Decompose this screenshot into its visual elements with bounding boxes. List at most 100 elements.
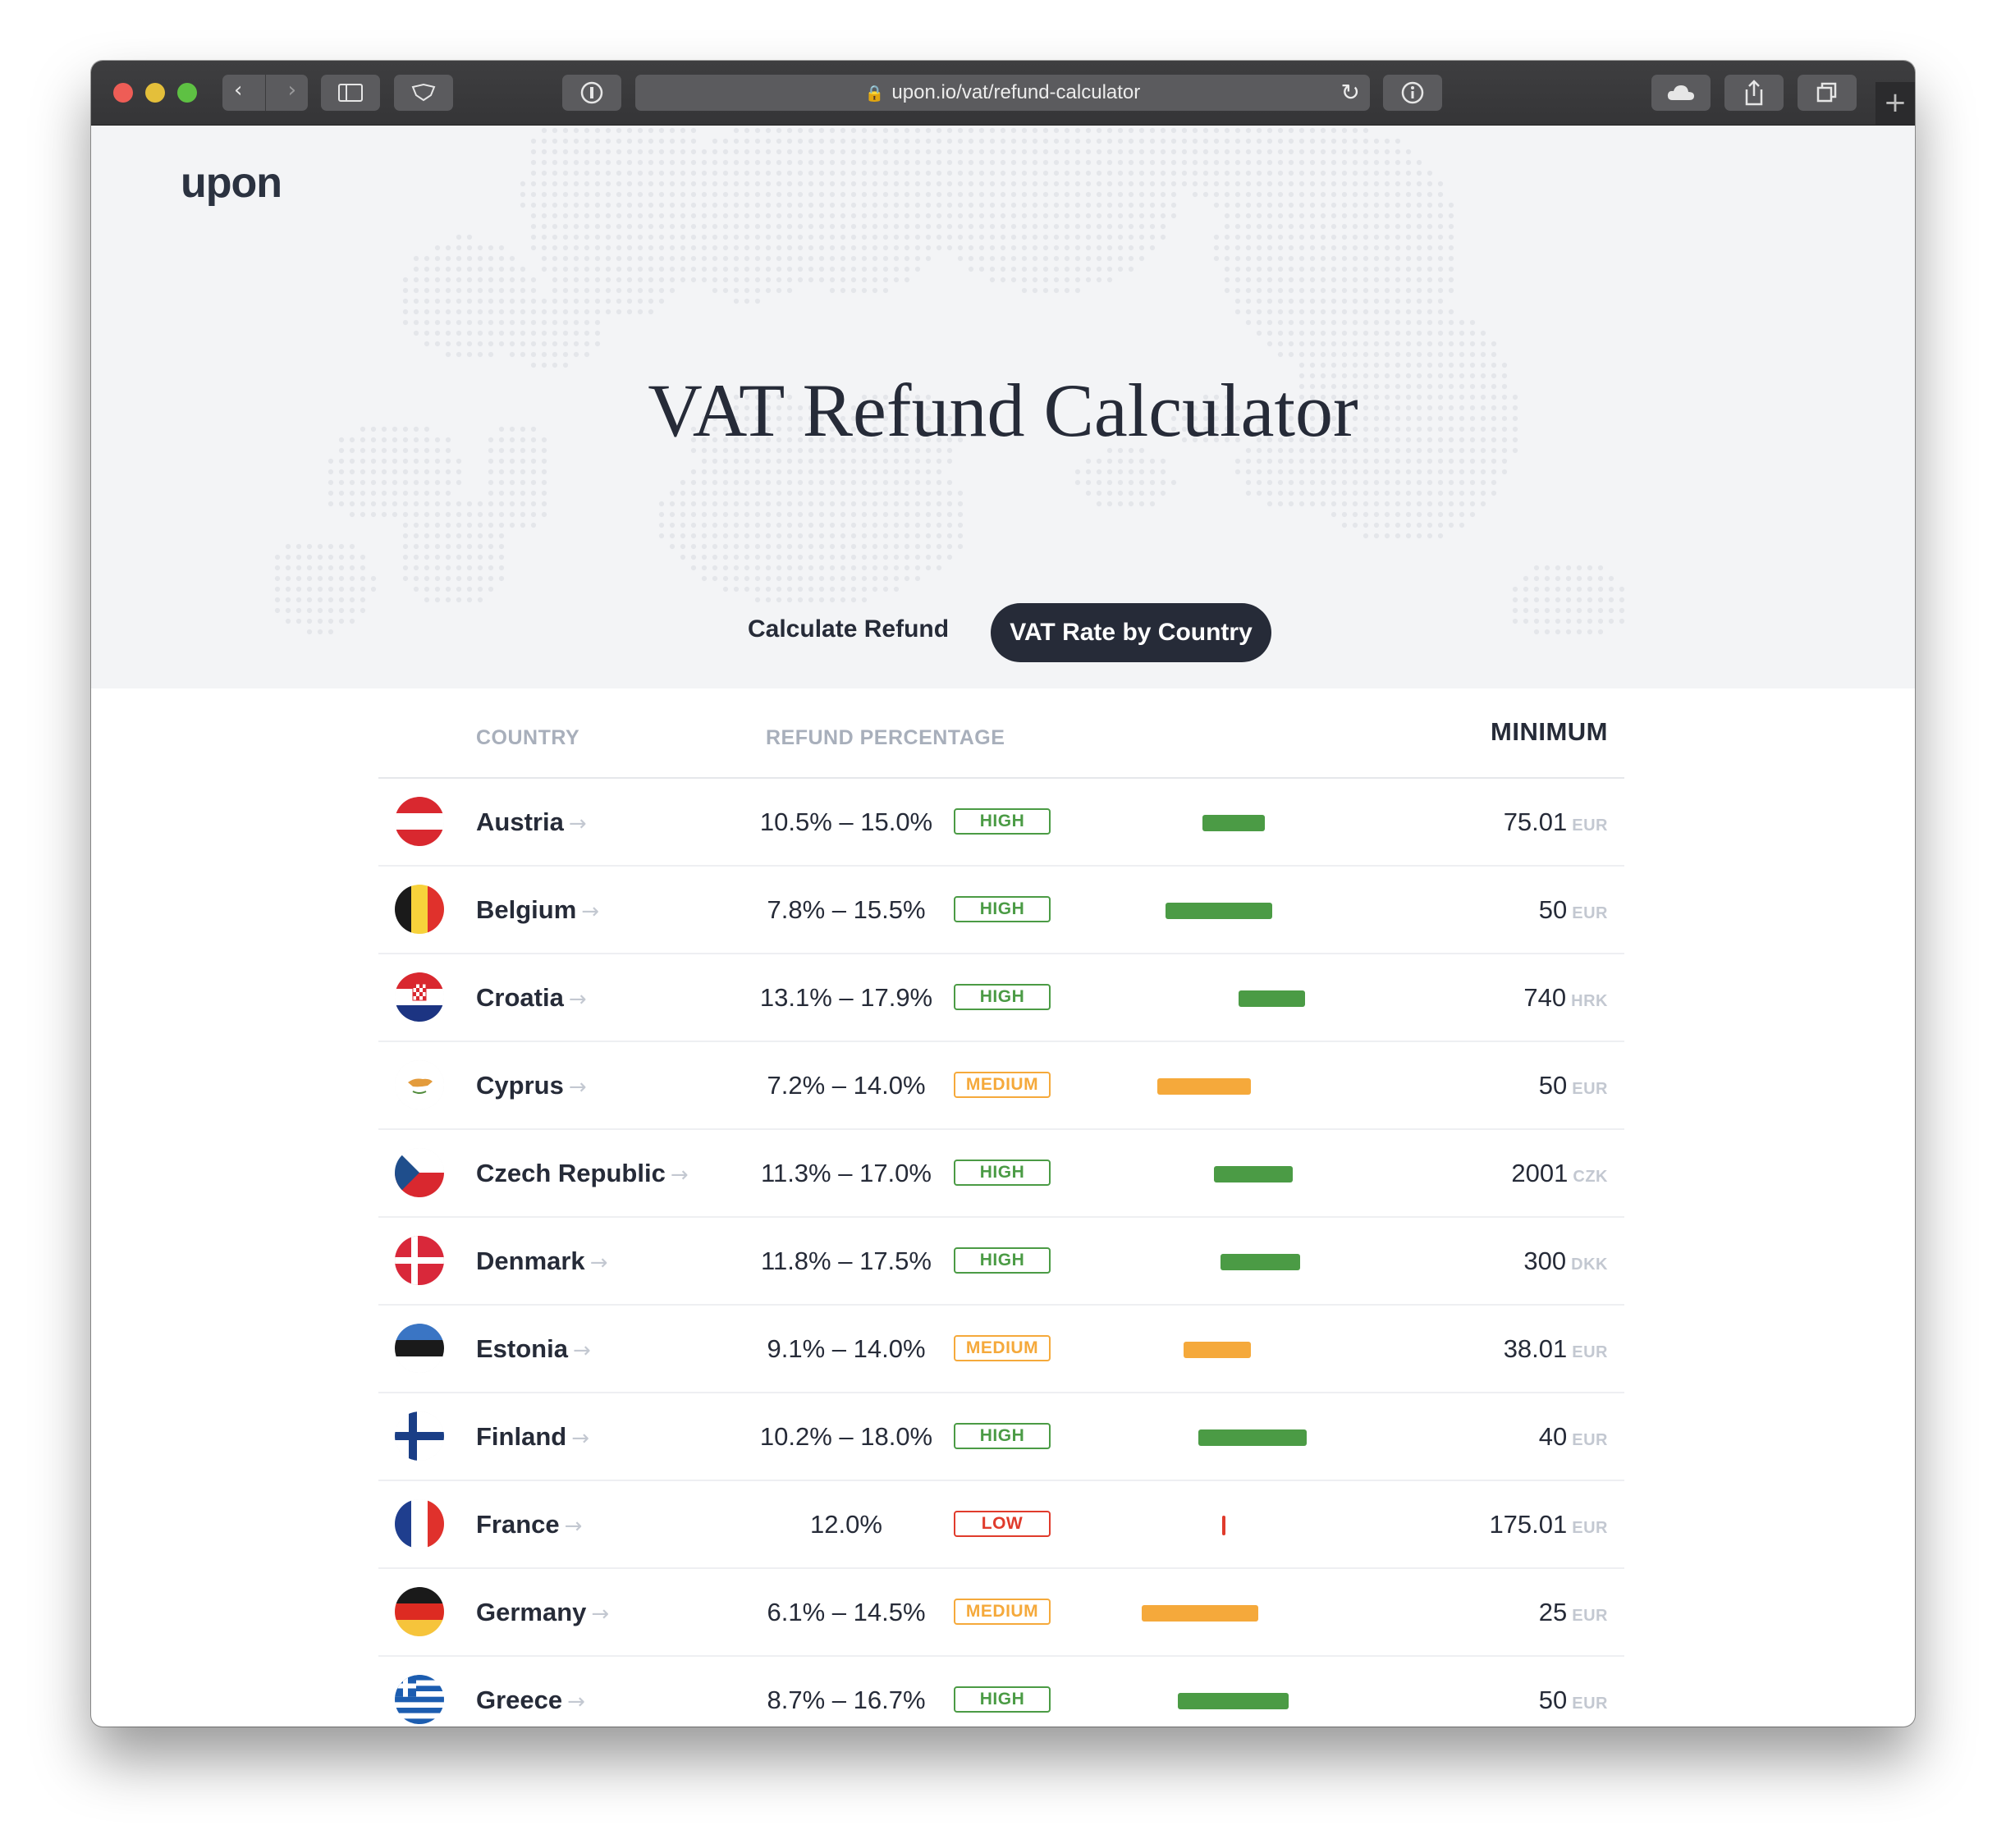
address-bar[interactable]: 🔒 upon.io/vat/refund-calculator ↻ [635, 75, 1370, 111]
refund-range: 7.8% – 15.5% [767, 895, 926, 924]
country-link[interactable]: Cyprus → [476, 1071, 587, 1100]
header-refund-percentage: REFUND PERCENTAGE [766, 726, 1005, 749]
country-name: Cyprus [476, 1071, 564, 1100]
table-row: Greece → 8.7% – 16.7% HIGH 50 EUR [378, 1657, 1624, 1727]
back-forward-buttons: ‹ › [222, 75, 308, 111]
refund-level-badge: HIGH [954, 1423, 1051, 1449]
country-link[interactable]: Finland → [476, 1422, 589, 1452]
country-name: Czech Republic [476, 1159, 666, 1187]
refund-range-bar [1156, 1078, 1252, 1095]
refund-level-badge: HIGH [954, 896, 1051, 922]
table-body: Austria → 10.5% – 15.0% HIGH 75.01 EUR Bel… [378, 779, 1624, 1727]
new-tab-button[interactable]: + [1875, 82, 1915, 125]
refund-level-badge: HIGH [954, 984, 1051, 1010]
header-minimum: MINIMUM [1491, 717, 1608, 746]
browser-window: ‹ › 🔒 upon.io/vat/refund-calculator ↻ + … [91, 61, 1915, 1727]
minimum-amount: 38.01 EUR [1504, 1334, 1608, 1364]
table-header: COUNTRY REFUND PERCENTAGE MINIMUM [378, 688, 1624, 779]
country-link[interactable]: Austria → [476, 807, 587, 837]
refund-range-bar-track [1142, 1693, 1421, 1709]
arrow-right-icon: → [572, 1338, 591, 1363]
password-manager-button[interactable] [562, 75, 621, 111]
lock-icon: 🔒 [864, 84, 885, 103]
table-row: Belgium → 7.8% – 15.5% HIGH 50 EUR [378, 867, 1624, 954]
reload-icon[interactable]: ↻ [1341, 79, 1360, 106]
country-link[interactable]: Croatia → [476, 983, 587, 1013]
minimize-window-button[interactable] [145, 83, 165, 103]
sidebar-toggle-button[interactable] [321, 75, 380, 111]
country-link[interactable]: Czech Republic → [476, 1159, 689, 1188]
currency-code: EUR [1572, 817, 1608, 835]
info-icon [1401, 81, 1424, 104]
minimum-amount: 740 HRK [1523, 983, 1608, 1013]
table-row: France → 12.0% LOW 175.01 EUR [378, 1481, 1624, 1569]
refund-range-bar-track [1142, 1516, 1421, 1535]
refund-range: 13.1% – 17.9% [759, 983, 933, 1012]
minimum-value: 75.01 [1503, 807, 1568, 836]
refund-level-badge: HIGH [954, 1160, 1051, 1186]
country-link[interactable]: Estonia → [476, 1334, 591, 1364]
forward-arrow-icon[interactable]: › [288, 78, 296, 103]
refund-range: 7.2% – 14.0% [767, 1071, 926, 1100]
minimum-value: 50 [1538, 1071, 1568, 1100]
austria-flag [395, 797, 444, 846]
country-name: Croatia [476, 983, 564, 1012]
zoom-window-button[interactable] [177, 83, 197, 103]
belgium-flag [395, 885, 444, 934]
refund-range-bar-track [1142, 1342, 1421, 1358]
refund-range-bar-track [1142, 815, 1421, 831]
url-text: upon.io/vat/refund-calculator [891, 81, 1141, 103]
tab-vat-rate-by-country[interactable]: VAT Rate by Country [991, 603, 1271, 662]
minimum-amount: 75.01 EUR [1504, 807, 1608, 837]
upon-logo[interactable]: upon [181, 158, 282, 208]
country-link[interactable]: Germany → [476, 1598, 609, 1627]
country-link[interactable]: Greece → [476, 1686, 585, 1715]
refund-range-bar-track [1142, 1254, 1421, 1270]
table-row: Germany → 6.1% – 14.5% MEDIUM 25 EUR [378, 1569, 1624, 1657]
tab-calculate-refund[interactable]: Calculate Refund [748, 605, 949, 654]
refund-range: 10.2% – 18.0% [759, 1422, 933, 1451]
info-button[interactable] [1383, 75, 1442, 111]
table-row: Estonia → 9.1% – 14.0% MEDIUM 38.01 EUR [378, 1306, 1624, 1393]
refund-range: 9.1% – 14.0% [767, 1334, 926, 1363]
refund-range-bar [1213, 1166, 1294, 1182]
finland-flag [395, 1411, 444, 1461]
country-link[interactable]: Denmark → [476, 1246, 607, 1276]
refund-level-badge: LOW [954, 1511, 1051, 1537]
shield-extension-button[interactable] [394, 75, 453, 111]
refund-range-bar-track [1142, 1166, 1421, 1182]
icloud-button[interactable] [1651, 75, 1711, 111]
shield-icon [411, 84, 436, 102]
close-window-button[interactable] [113, 83, 133, 103]
cyprus-flag [395, 1060, 444, 1109]
refund-range: 11.8% – 17.5% [761, 1246, 932, 1275]
germany-flag [395, 1587, 444, 1636]
currency-code: DKK [1571, 1256, 1608, 1274]
back-arrow-icon[interactable]: ‹ [234, 78, 242, 103]
table-row: Czech Republic → 11.3% – 17.0% HIGH 2001 C… [378, 1130, 1624, 1218]
tabs-overview-button[interactable] [1798, 75, 1857, 111]
minimum-value: 50 [1538, 895, 1568, 924]
currency-code: HRK [1571, 992, 1608, 1010]
refund-level-badge: MEDIUM [954, 1072, 1051, 1098]
arrow-right-icon: → [591, 1602, 610, 1626]
country-link[interactable]: Belgium → [476, 895, 599, 925]
refund-range: 11.3% – 17.0% [761, 1159, 932, 1187]
plus-icon: + [1883, 86, 1908, 119]
share-button[interactable] [1724, 75, 1784, 111]
cloud-icon [1667, 85, 1694, 100]
minimum-value: 175.01 [1489, 1510, 1568, 1539]
denmark-flag [395, 1236, 444, 1285]
refund-range-bar-track [1142, 1429, 1421, 1446]
country-name: Greece [476, 1686, 563, 1714]
refund-range-bar-track [1142, 1605, 1421, 1622]
currency-code: CZK [1573, 1168, 1608, 1186]
minimum-value: 740 [1523, 983, 1567, 1012]
country-link[interactable]: France → [476, 1510, 582, 1539]
refund-range: 12.0% [810, 1510, 882, 1539]
header-country: COUNTRY [476, 726, 580, 749]
minimum-amount: 50 EUR [1539, 1686, 1608, 1715]
arrow-right-icon: → [567, 1690, 585, 1714]
tabs-icon [1816, 82, 1837, 103]
password-key-icon [580, 81, 603, 104]
